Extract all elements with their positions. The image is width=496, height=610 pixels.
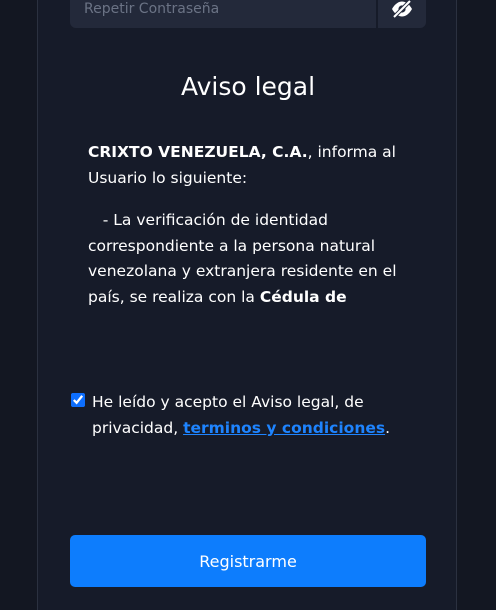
repeat-password-input[interactable] — [70, 0, 376, 28]
accept-terms-row: He leído y acepto el Aviso legal, de pri… — [71, 389, 401, 441]
legal-item-bold: Cédula de — [259, 287, 347, 306]
accept-terms-suffix: . — [385, 419, 391, 437]
legal-notice-title: Aviso legal — [180, 72, 316, 101]
legal-item: - La verificación de identidad correspon… — [88, 208, 398, 310]
register-button[interactable]: Registrarme — [70, 535, 426, 587]
legal-intro: CRIXTO VENEZUELA, C.A., informa al Usuar… — [88, 140, 398, 191]
legal-item-text: - La verificación de identidad correspon… — [88, 211, 402, 306]
terms-link[interactable]: terminos y condiciones — [183, 419, 385, 437]
eye-slash-icon — [392, 0, 412, 18]
accept-terms-checkbox[interactable] — [71, 393, 85, 407]
password-visibility-toggle[interactable] — [378, 0, 426, 28]
accept-terms-label: He leído y acepto el Aviso legal, de pri… — [92, 389, 401, 441]
legal-notice-text: CRIXTO VENEZUELA, C.A., informa al Usuar… — [88, 140, 398, 310]
repeat-password-group — [70, 0, 426, 28]
company-name: CRIXTO VENEZUELA, C.A. — [88, 143, 308, 161]
